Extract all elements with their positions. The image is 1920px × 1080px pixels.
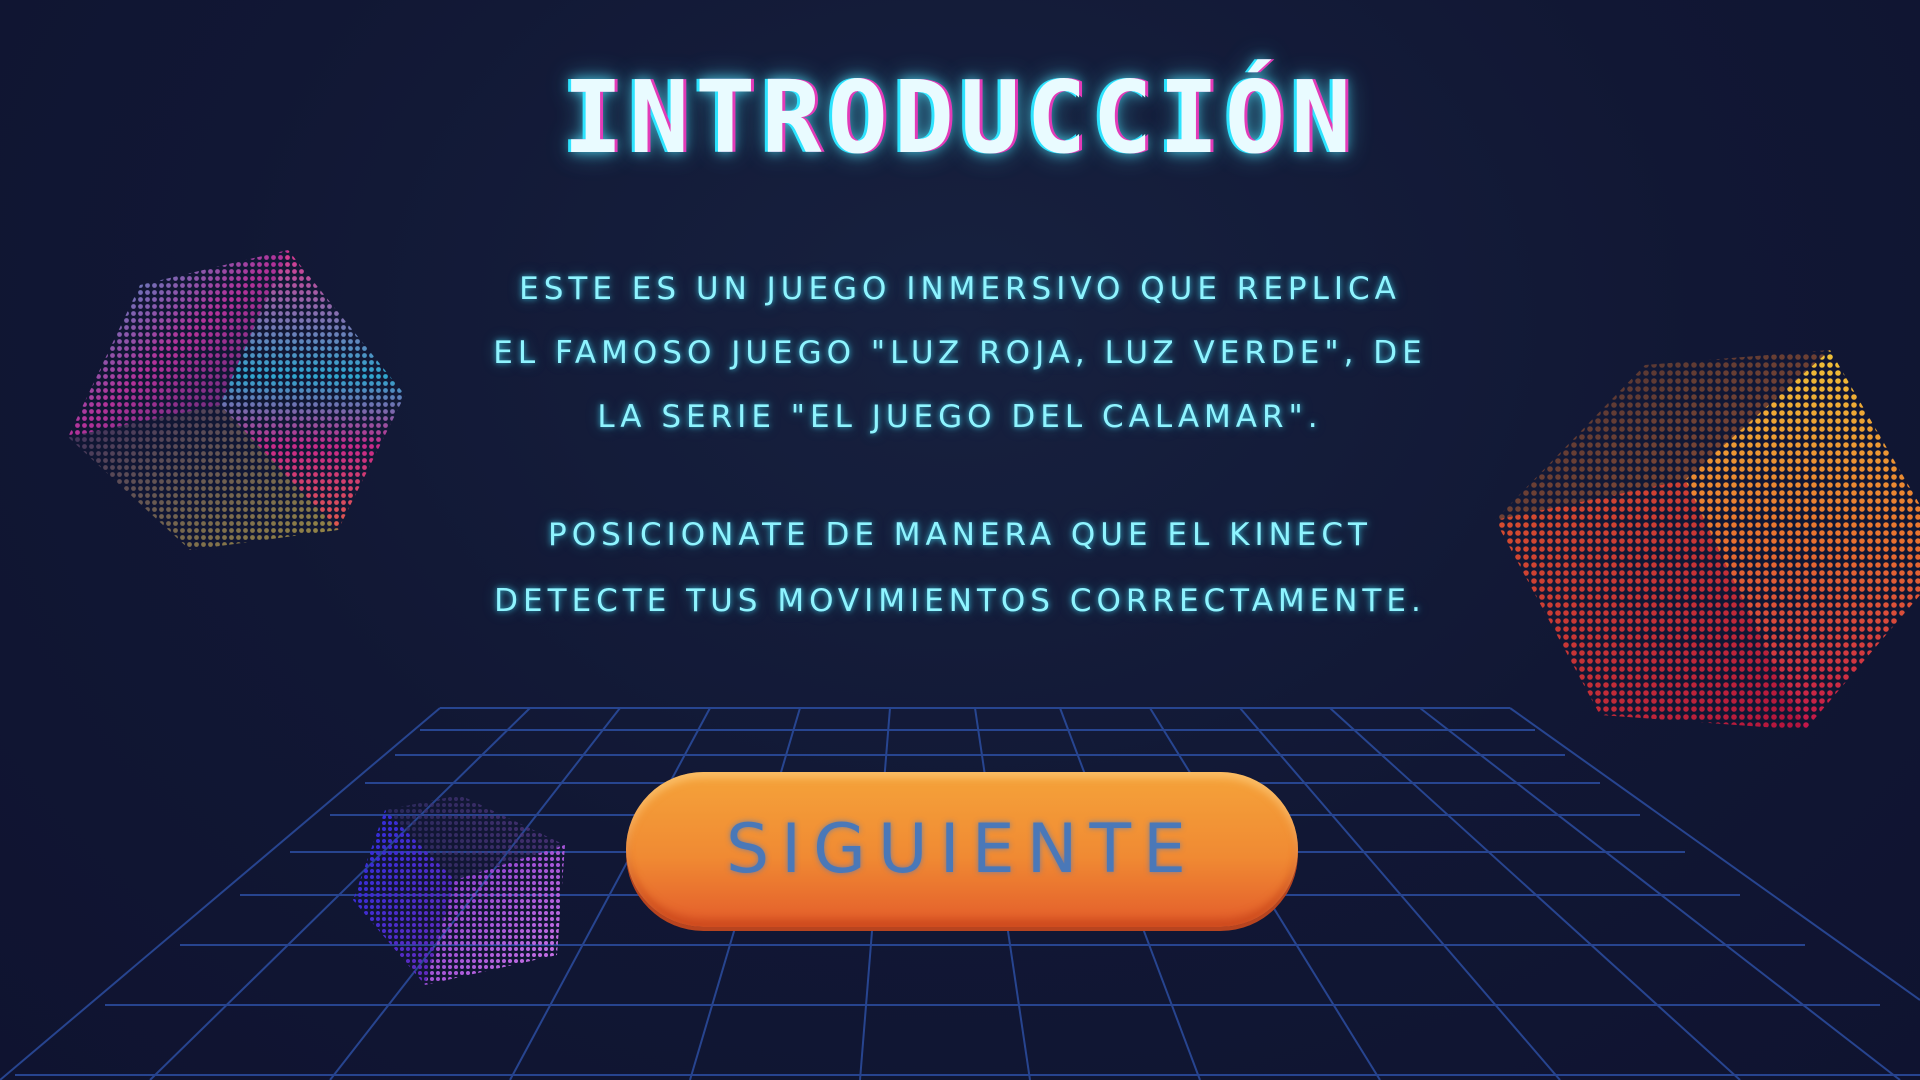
instruction-line: DETECTE TUS MOVIMIENTOS CORRECTAMENTE. (494, 583, 1426, 619)
halftone-cube-blue-purple (353, 795, 565, 985)
next-button[interactable]: SIGUIENTE (626, 772, 1298, 927)
intro-paragraph: ESTE ES UN JUEGO INMERSIVO QUE REPLICA E… (0, 257, 1920, 449)
instruction-line: POSICIONATE DE MANERA QUE EL KINECT (548, 517, 1372, 553)
intro-line: ESTE ES UN JUEGO INMERSIVO QUE REPLICA (519, 271, 1401, 307)
instruction-paragraph: POSICIONATE DE MANERA QUE EL KINECT DETE… (0, 502, 1920, 634)
next-button-label: SIGUIENTE (725, 810, 1199, 889)
intro-line: EL FAMOSO JUEGO "LUZ ROJA, LUZ VERDE", D… (493, 335, 1427, 371)
intro-screen: INTRODUCCIÓN ESTE ES UN JUEGO INMERSIVO … (0, 0, 1920, 1080)
intro-line: LA SERIE "EL JUEGO DEL CALAMAR". (597, 399, 1323, 435)
page-title: INTRODUCCIÓN (562, 59, 1358, 176)
